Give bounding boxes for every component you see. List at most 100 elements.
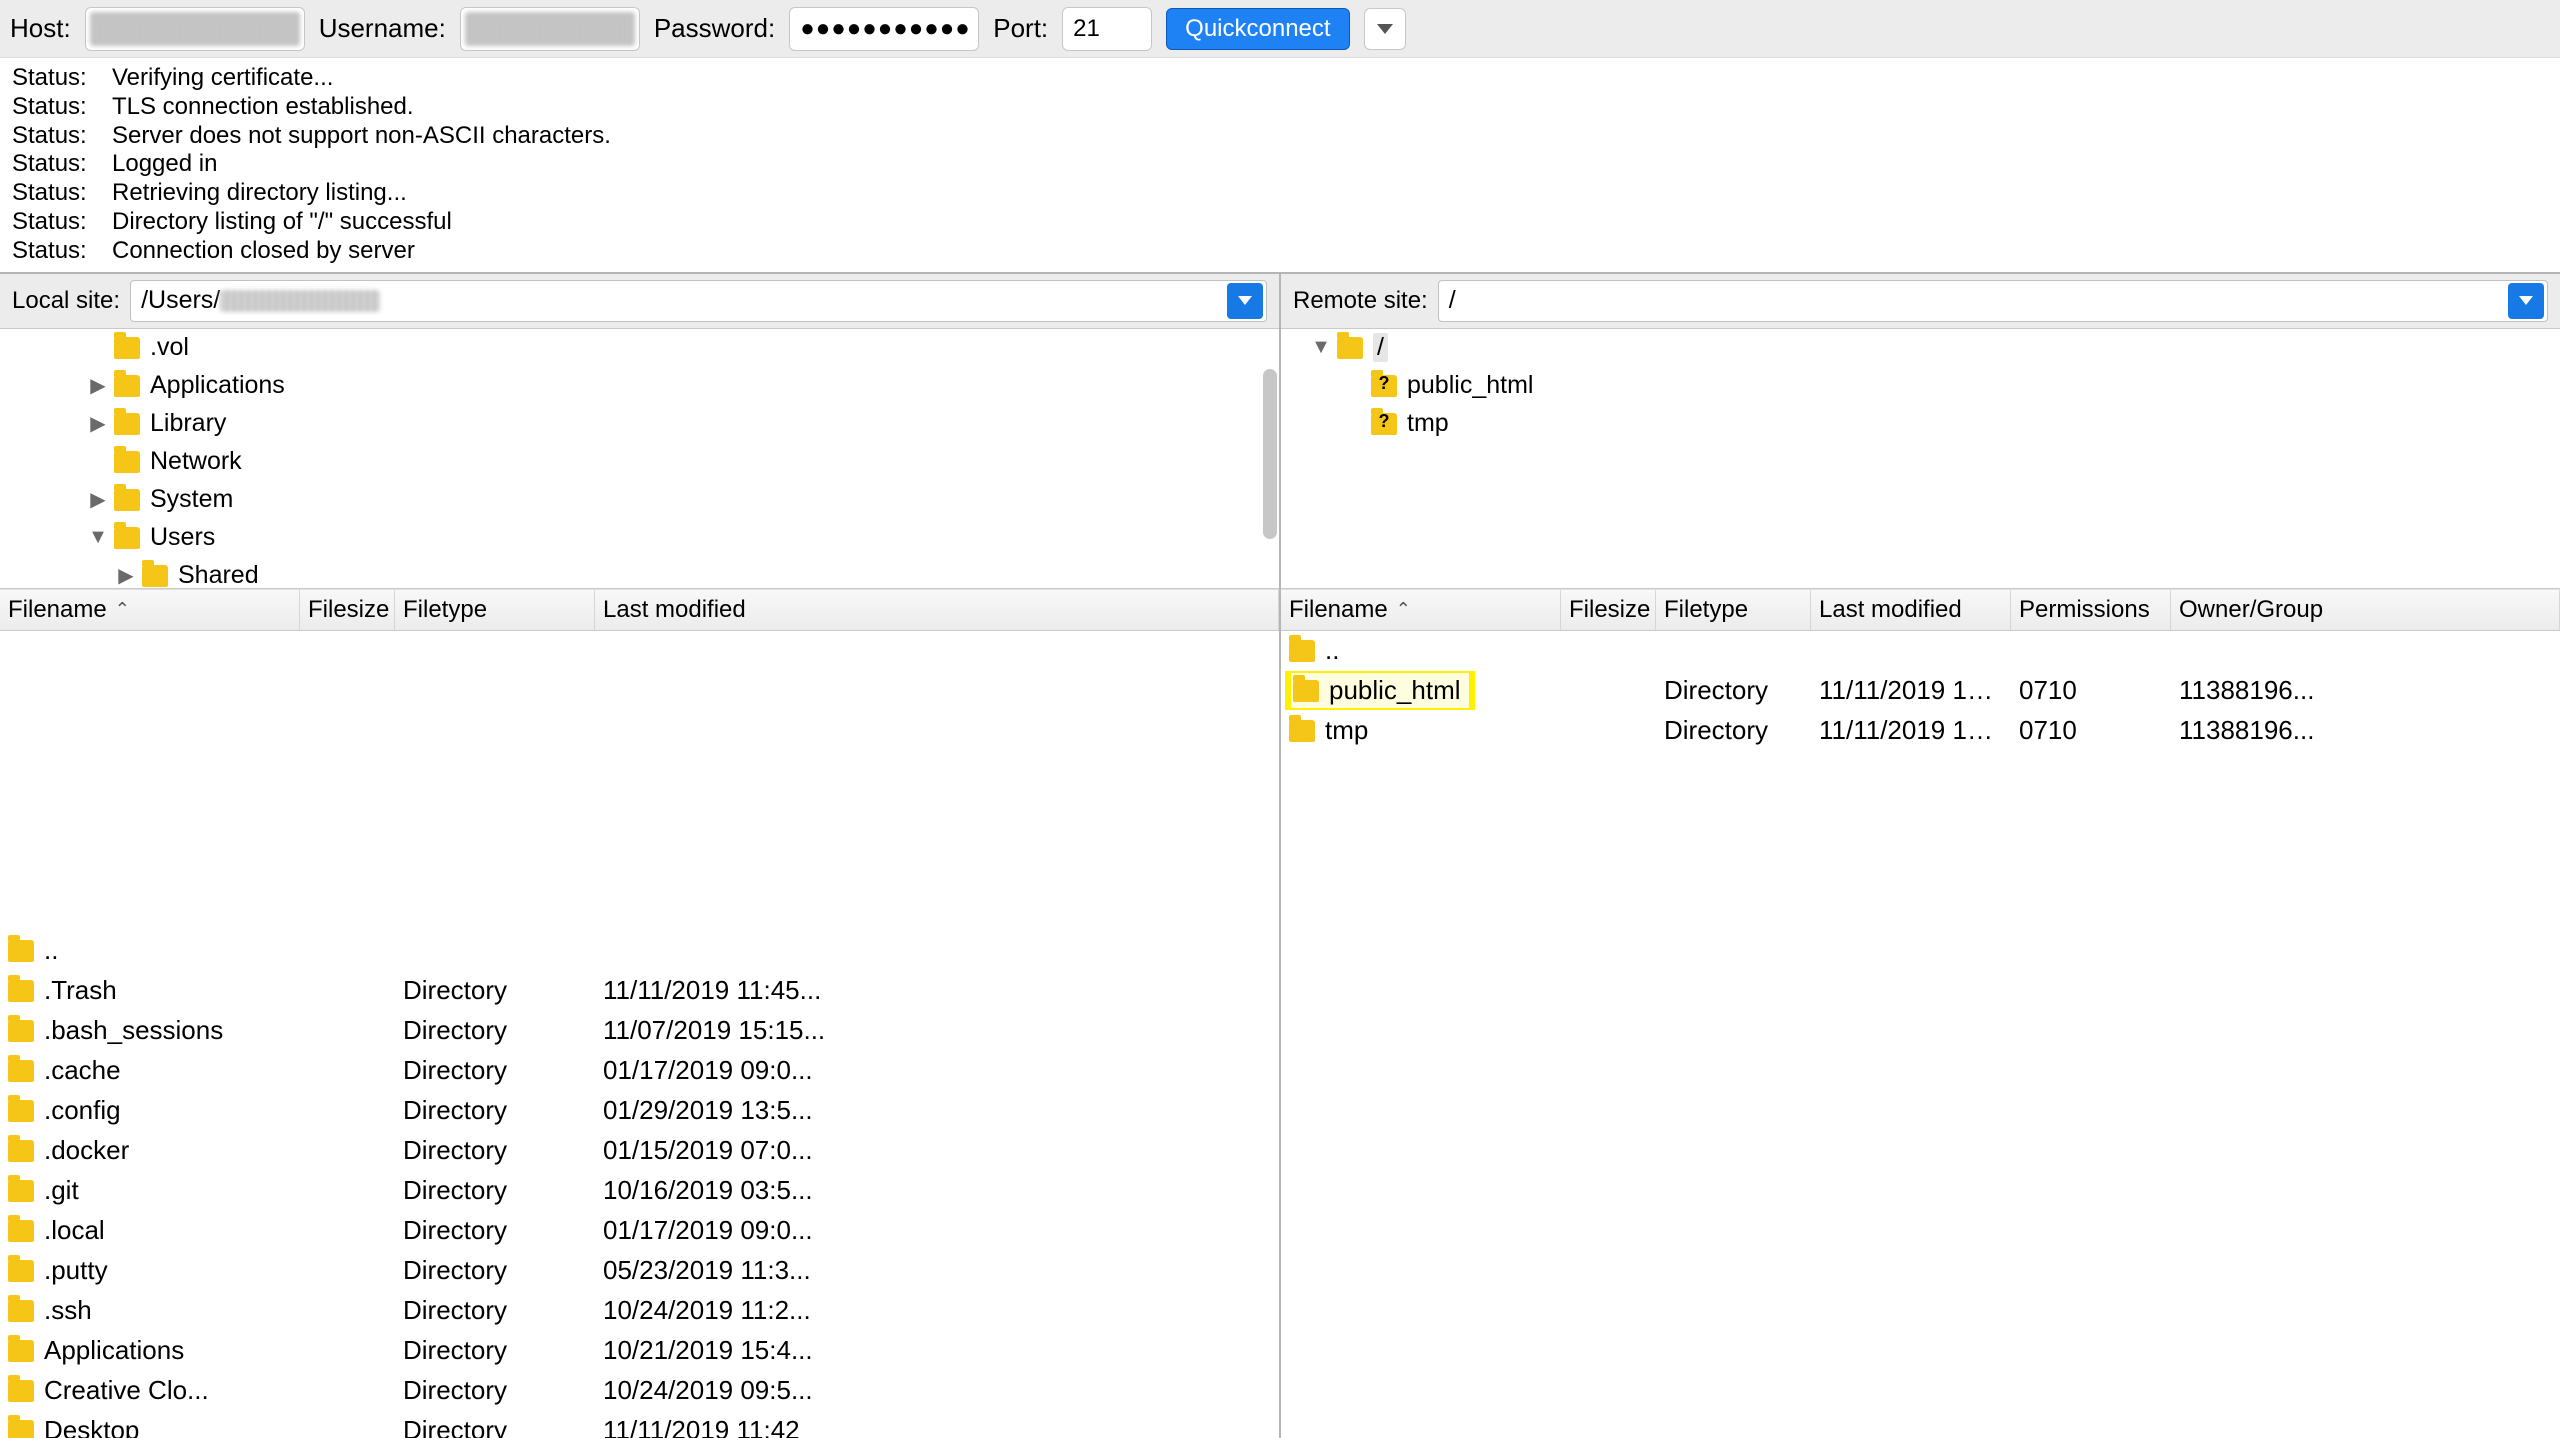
local-directory-tree[interactable]: .vol▶Applications▶LibraryNetwork▶System▼… bbox=[0, 329, 1279, 589]
file-name: .git bbox=[44, 1175, 79, 1206]
log-label: Status: bbox=[12, 64, 112, 93]
folder-icon bbox=[8, 980, 34, 1002]
tree-node[interactable]: ▶ Shared bbox=[0, 557, 1279, 589]
folder-icon bbox=[114, 527, 140, 549]
file-row[interactable]: tmpDirectory11/11/2019 10...071011388196… bbox=[1281, 711, 2560, 751]
file-type: Directory bbox=[1656, 715, 1811, 746]
file-row[interactable]: .puttyDirectory05/23/2019 11:3... bbox=[0, 1251, 1279, 1291]
quickconnect-history-button[interactable] bbox=[1364, 8, 1406, 50]
file-row[interactable]: .dockerDirectory01/15/2019 07:0... bbox=[0, 1131, 1279, 1171]
file-row[interactable]: .. bbox=[1281, 631, 2560, 671]
local-path-combo[interactable]: /Users/ bbox=[130, 280, 1267, 322]
col-filesize[interactable]: Filesize bbox=[1561, 590, 1656, 630]
disclosure-icon[interactable]: ▼ bbox=[88, 526, 108, 549]
col-filetype[interactable]: Filetype bbox=[395, 590, 595, 630]
log-label: Status: bbox=[12, 208, 112, 237]
quickconnect-button[interactable]: Quickconnect bbox=[1166, 8, 1349, 50]
log-label: Status: bbox=[12, 150, 112, 179]
col-last-modified[interactable]: Last modified bbox=[1811, 590, 2011, 630]
local-path-dropdown-button[interactable] bbox=[1227, 283, 1263, 319]
tree-node-label: public_html bbox=[1407, 371, 1533, 400]
file-modified: 01/17/2019 09:0... bbox=[595, 1055, 1279, 1086]
file-row[interactable]: ApplicationsDirectory10/21/2019 15:4... bbox=[0, 1331, 1279, 1371]
remote-file-header[interactable]: Filename⌃ Filesize Filetype Last modifie… bbox=[1281, 589, 2560, 631]
tree-node-label: Network bbox=[150, 447, 242, 476]
file-modified: 10/16/2019 03:5... bbox=[595, 1175, 1279, 1206]
tree-node[interactable]: public_html bbox=[1281, 367, 2560, 405]
file-row[interactable]: .sshDirectory10/24/2019 11:2... bbox=[0, 1291, 1279, 1331]
scrollbar-thumb[interactable] bbox=[0, 631, 1279, 931]
file-row[interactable]: .. bbox=[0, 931, 1279, 971]
file-row[interactable]: .gitDirectory10/16/2019 03:5... bbox=[0, 1171, 1279, 1211]
tree-node[interactable]: Network bbox=[0, 443, 1279, 481]
tree-node-label: Shared bbox=[178, 561, 259, 589]
file-row[interactable]: .configDirectory01/29/2019 13:5... bbox=[0, 1091, 1279, 1131]
file-type: Directory bbox=[395, 1055, 595, 1086]
tree-node[interactable]: ▼Users bbox=[0, 519, 1279, 557]
password-input[interactable] bbox=[789, 7, 979, 51]
local-file-header[interactable]: Filename⌃ Filesize Filetype Last modifie… bbox=[0, 589, 1279, 631]
local-file-list[interactable]: ...TrashDirectory11/11/2019 11:45....bas… bbox=[0, 631, 1279, 1438]
log-label: Status: bbox=[12, 93, 112, 122]
col-filesize[interactable]: Filesize bbox=[300, 590, 395, 630]
port-label: Port: bbox=[993, 13, 1048, 44]
username-input[interactable] bbox=[460, 7, 640, 51]
tree-node[interactable]: ▶System bbox=[0, 481, 1279, 519]
file-name: .bash_sessions bbox=[44, 1015, 223, 1046]
remote-file-list[interactable]: ..public_htmlDirectory11/11/2019 10...07… bbox=[1281, 631, 2560, 1438]
col-filename[interactable]: Filename⌃ bbox=[1281, 590, 1561, 630]
message-log[interactable]: Status:Verifying certificate...Status:TL… bbox=[0, 58, 2560, 274]
file-permissions: 0710 bbox=[2011, 675, 2171, 706]
tree-node[interactable]: ▶Library bbox=[0, 405, 1279, 443]
log-row: Status:Logged in bbox=[12, 150, 2548, 179]
folder-icon bbox=[114, 337, 140, 359]
col-filename[interactable]: Filename⌃ bbox=[0, 590, 300, 630]
disclosure-icon[interactable]: ▶ bbox=[88, 487, 108, 512]
tree-node[interactable]: .vol bbox=[0, 329, 1279, 367]
chevron-down-icon bbox=[2519, 296, 2533, 305]
folder-icon bbox=[8, 1420, 34, 1438]
tree-node-label: Applications bbox=[150, 371, 285, 400]
remote-directory-tree[interactable]: ▼/ public_htmltmp bbox=[1281, 329, 2560, 589]
file-row[interactable]: .bash_sessionsDirectory11/07/2019 15:15.… bbox=[0, 1011, 1279, 1051]
password-label: Password: bbox=[654, 13, 775, 44]
remote-path-combo[interactable]: / bbox=[1438, 280, 2548, 322]
scrollbar-thumb[interactable] bbox=[1263, 369, 1277, 539]
col-permissions[interactable]: Permissions bbox=[2011, 590, 2171, 630]
folder-icon bbox=[8, 1260, 34, 1282]
col-filetype[interactable]: Filetype bbox=[1656, 590, 1811, 630]
folder-icon bbox=[8, 940, 34, 962]
file-row[interactable]: .cacheDirectory01/17/2019 09:0... bbox=[0, 1051, 1279, 1091]
folder-icon bbox=[142, 565, 168, 587]
col-owner-group[interactable]: Owner/Group bbox=[2171, 590, 2560, 630]
file-row[interactable]: public_htmlDirectory11/11/2019 10...0710… bbox=[1281, 671, 2560, 711]
tree-node[interactable]: ▶ Applications bbox=[0, 367, 1279, 405]
disclosure-icon[interactable]: ▶ bbox=[88, 411, 108, 436]
file-row[interactable]: .localDirectory01/17/2019 09:0... bbox=[0, 1211, 1279, 1251]
log-row: Status:Directory listing of "/" successf… bbox=[12, 208, 2548, 237]
remote-path-dropdown-button[interactable] bbox=[2508, 283, 2544, 319]
local-path-text: /Users/ bbox=[131, 286, 1224, 315]
file-type: Directory bbox=[1656, 675, 1811, 706]
file-owner: 11388196... bbox=[2171, 715, 2560, 746]
disclosure-icon[interactable]: ▶ bbox=[116, 563, 136, 588]
file-name: tmp bbox=[1325, 715, 1368, 746]
remote-site-label: Remote site: bbox=[1293, 287, 1428, 315]
tree-node-root[interactable]: ▼/ bbox=[1281, 329, 2560, 367]
col-last-modified[interactable]: Last modified bbox=[595, 590, 1279, 630]
folder-icon bbox=[1293, 680, 1319, 702]
local-pane: Local site: /Users/ .vol▶Applications▶Li… bbox=[0, 274, 1281, 1438]
file-name: .Trash bbox=[44, 975, 117, 1006]
file-row[interactable]: DesktopDirectory11/11/2019 11:42 bbox=[0, 1411, 1279, 1438]
tree-node[interactable]: tmp bbox=[1281, 405, 2560, 443]
host-input[interactable] bbox=[85, 7, 305, 51]
file-name: Applications bbox=[44, 1335, 184, 1366]
port-input[interactable] bbox=[1062, 7, 1152, 51]
file-row[interactable]: .TrashDirectory11/11/2019 11:45... bbox=[0, 971, 1279, 1011]
chevron-down-icon bbox=[1238, 296, 1252, 305]
folder-unknown-icon bbox=[1371, 413, 1397, 435]
file-row[interactable]: Creative Clo...Directory10/24/2019 09:5.… bbox=[0, 1371, 1279, 1411]
folder-unknown-icon bbox=[1371, 375, 1397, 397]
disclosure-icon[interactable]: ▼ bbox=[1311, 336, 1331, 359]
disclosure-icon[interactable]: ▶ bbox=[88, 373, 108, 398]
